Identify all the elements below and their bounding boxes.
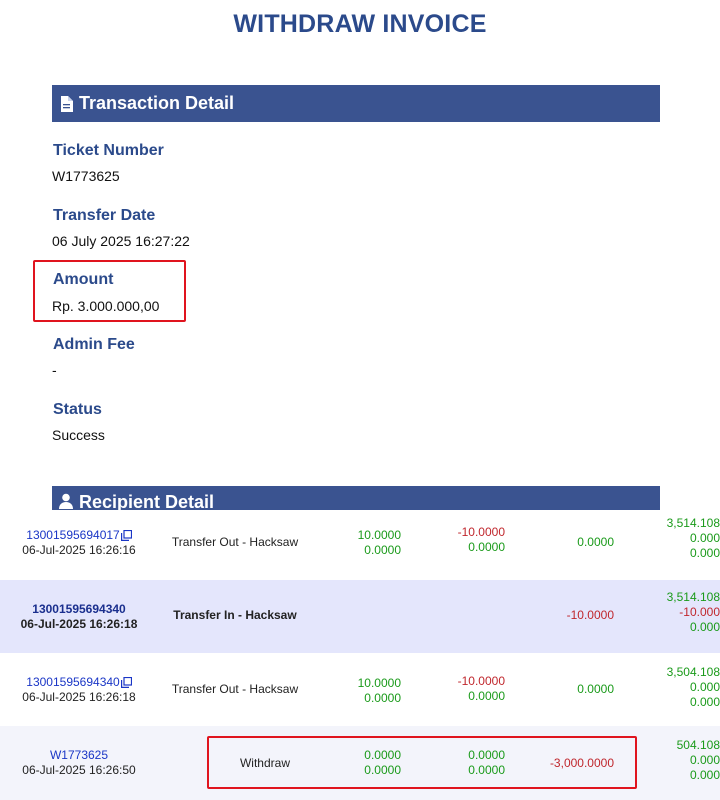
desc-cell: Transfer Out - Hacksaw — [171, 682, 299, 696]
table-row: 13001595694017 06-Jul-2025 16:26:16 Tran… — [0, 510, 720, 580]
col-a-cell: 10.0000 0.0000 — [357, 528, 401, 557]
user-icon — [58, 492, 74, 510]
document-icon — [58, 95, 74, 113]
ref-cell: 13001595694340 06-Jul-2025 16:26:18 — [0, 675, 158, 705]
ref-link[interactable]: W1773625 — [50, 748, 108, 763]
desc-cell: Transfer Out - Hacksaw — [171, 535, 299, 549]
col-d-cell: 3,514.108 0.000 0.000 — [666, 516, 720, 560]
ticket-number-value: W1773625 — [52, 168, 120, 184]
col-b-cell: -10.0000 0.0000 — [457, 674, 505, 703]
ref-cell: 13001595694340 06-Jul-2025 16:26:18 — [0, 602, 158, 632]
recipient-detail-title: Recipient Detail — [79, 492, 215, 510]
page-title: WITHDRAW INVOICE — [233, 10, 487, 38]
copy-icon[interactable] — [120, 529, 132, 541]
withdraw-highlight-box — [207, 736, 637, 789]
ref-link[interactable]: 13001595694340 — [26, 675, 132, 690]
col-b-cell: -10.0000 0.0000 — [457, 525, 505, 554]
ref-cell: W1773625 06-Jul-2025 16:26:50 — [0, 748, 158, 778]
col-d-cell: 504.108 0.000 0.000 — [676, 738, 720, 782]
transfer-date-label: Transfer Date — [53, 207, 156, 224]
table-row: 13001595694340 06-Jul-2025 16:26:18 Tran… — [0, 653, 720, 726]
ref-time: 06-Jul-2025 16:26:18 — [20, 617, 138, 631]
ref-time: 06-Jul-2025 16:26:50 — [22, 763, 136, 777]
ref-cell: 13001595694017 06-Jul-2025 16:26:16 — [0, 528, 158, 558]
col-c-cell: 0.0000 — [577, 682, 614, 696]
ticket-number-label: Ticket Number — [53, 142, 164, 159]
transaction-detail-title: Transaction Detail — [79, 93, 235, 113]
recipient-detail-header: Recipient Detail — [52, 486, 660, 510]
ref-link[interactable]: 13001595694017 — [26, 528, 132, 543]
admin-fee-value: - — [52, 362, 57, 378]
status-value: Success — [52, 427, 105, 443]
table-row: 13001595694340 06-Jul-2025 16:26:18 Tran… — [0, 580, 720, 653]
transfer-date-value: 06 July 2025 16:27:22 — [52, 233, 190, 249]
desc-cell: Transfer In - Hacksaw — [173, 608, 297, 622]
col-c-cell: -10.0000 — [566, 608, 614, 622]
ref-link[interactable]: 13001595694340 — [32, 602, 125, 617]
ref-time: 06-Jul-2025 16:26:18 — [22, 690, 136, 704]
transaction-detail-header: Transaction Detail — [52, 85, 660, 122]
col-d-cell: 3,504.108 0.000 0.000 — [666, 665, 720, 709]
amount-highlight-box — [33, 260, 186, 322]
copy-icon[interactable] — [120, 676, 132, 688]
ref-time: 06-Jul-2025 16:26:16 — [22, 543, 136, 557]
admin-fee-label: Admin Fee — [53, 336, 135, 353]
col-a-cell: 10.0000 0.0000 — [357, 676, 401, 705]
col-d-cell: 3,514.108 -10.000 0.000 — [666, 590, 720, 634]
col-c-cell: 0.0000 — [577, 535, 614, 549]
status-label: Status — [53, 401, 102, 418]
